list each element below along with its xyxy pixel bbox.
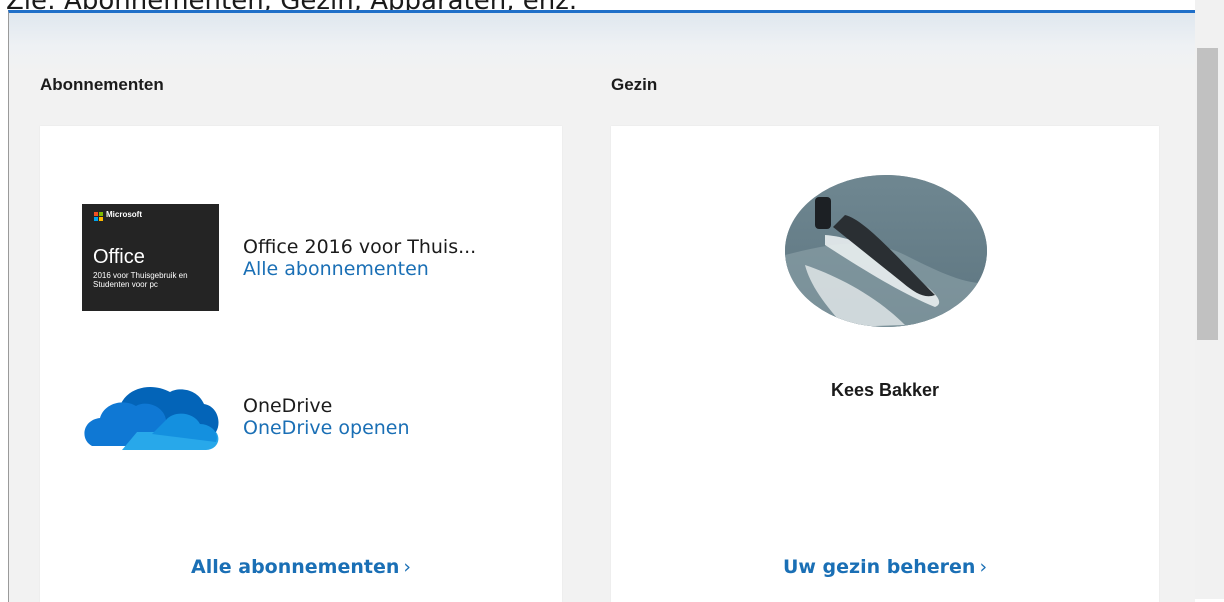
office-tile-subtitle: 2016 voor Thuisgebruik en Studenten voor… — [93, 271, 188, 289]
account-overview-panel: Abonnementen Gezin Microsoft Office 2016… — [8, 10, 1195, 602]
subscription-item-onedrive: OneDrive OneDrive openen — [82, 382, 410, 452]
office-item-text: Office 2016 voor Thuis... Alle abonnemen… — [243, 236, 476, 280]
all-subscriptions-footer-label: Alle abonnementen — [191, 556, 400, 578]
scrollbar-thumb[interactable] — [1197, 48, 1218, 340]
manage-family-link[interactable]: Uw gezin beheren › — [611, 556, 1159, 578]
vertical-scrollbar[interactable] — [1195, 0, 1224, 599]
avatar[interactable] — [785, 175, 987, 327]
all-subscriptions-footer-link[interactable]: Alle abonnementen › — [40, 556, 562, 578]
family-card: Kees Bakker Uw gezin beheren › — [611, 126, 1159, 602]
subscription-item-office: Microsoft Office 2016 voor Thuisgebruik … — [82, 204, 476, 311]
open-onedrive-link[interactable]: OneDrive openen — [243, 417, 410, 439]
chevron-right-icon: › — [403, 556, 411, 578]
onedrive-item-text: OneDrive OneDrive openen — [243, 395, 410, 439]
subscriptions-card: Microsoft Office 2016 voor Thuisgebruik … — [40, 126, 562, 602]
chevron-right-icon: › — [979, 556, 988, 578]
onedrive-item-name: OneDrive — [243, 395, 333, 417]
office-tile-brand: Microsoft — [106, 210, 142, 219]
header-gradient — [9, 13, 1195, 73]
manage-family-label: Uw gezin beheren — [782, 556, 976, 578]
subscriptions-heading: Abonnementen — [40, 75, 164, 94]
office-icon: Microsoft Office 2016 voor Thuisgebruik … — [82, 204, 219, 311]
family-member-name: Kees Bakker — [830, 380, 940, 400]
office-tile-title: Office — [93, 246, 145, 268]
microsoft-logo-icon — [94, 212, 103, 221]
all-subscriptions-link[interactable]: Alle abonnementen — [243, 258, 476, 280]
family-heading: Gezin — [611, 75, 658, 94]
onedrive-cloud-icon — [82, 382, 219, 452]
office-item-name: Office 2016 voor Thuis... — [243, 235, 477, 258]
